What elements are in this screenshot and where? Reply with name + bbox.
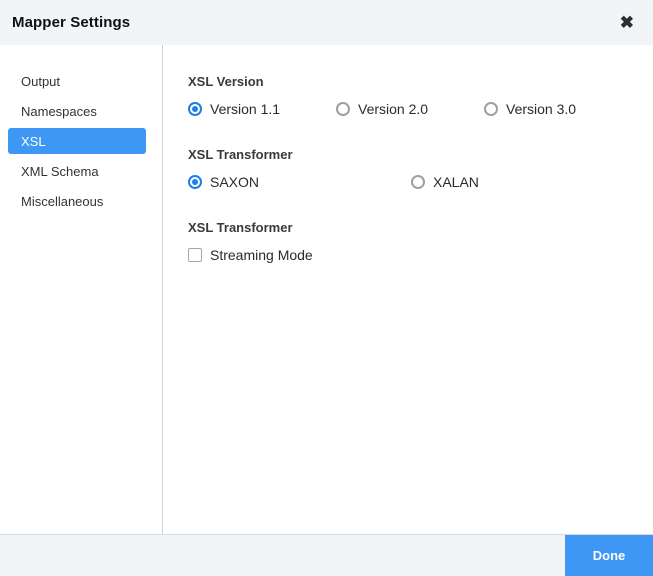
radio-option-version-1-1[interactable]: Version 1.1 bbox=[188, 101, 336, 117]
settings-sidebar: Output Namespaces XSL XML Schema Miscell… bbox=[0, 45, 163, 534]
dialog-title: Mapper Settings bbox=[12, 14, 130, 31]
settings-panel: XSL Version Version 1.1 Version 2.0 Vers… bbox=[163, 45, 653, 534]
checkbox-icon bbox=[188, 248, 202, 262]
radio-option-label: Version 2.0 bbox=[358, 101, 428, 117]
done-button[interactable]: Done bbox=[565, 535, 653, 576]
radio-option-label: Version 1.1 bbox=[210, 101, 280, 117]
radio-option-version-2-0[interactable]: Version 2.0 bbox=[336, 101, 484, 117]
sidebar-item-label: XML Schema bbox=[21, 164, 99, 179]
settings-section: XSL Version Version 1.1 Version 2.0 Vers… bbox=[188, 74, 634, 117]
dialog-body: Output Namespaces XSL XML Schema Miscell… bbox=[0, 45, 653, 534]
option-row: Streaming Mode bbox=[188, 247, 634, 263]
checkbox-option-streaming-mode[interactable]: Streaming Mode bbox=[188, 247, 411, 263]
mapper-settings-dialog: Mapper Settings ✖ Output Namespaces XSL … bbox=[0, 0, 653, 576]
settings-section: XSL Transformer SAXON XALAN bbox=[188, 147, 634, 190]
sidebar-item-label: XSL bbox=[21, 134, 46, 149]
sidebar-item-xml-schema[interactable]: XML Schema bbox=[8, 158, 146, 184]
sidebar-item-label: Output bbox=[21, 74, 60, 89]
radio-option-label: SAXON bbox=[210, 174, 259, 190]
radio-icon bbox=[484, 102, 498, 116]
dialog-footer: Done bbox=[0, 534, 653, 576]
option-row: SAXON XALAN bbox=[188, 174, 634, 190]
dialog-header: Mapper Settings ✖ bbox=[0, 0, 653, 45]
radio-option-label: Version 3.0 bbox=[506, 101, 576, 117]
radio-icon bbox=[188, 102, 202, 116]
section-heading: XSL Transformer bbox=[188, 220, 634, 235]
sidebar-item-xsl[interactable]: XSL bbox=[8, 128, 146, 154]
sidebar-item-label: Miscellaneous bbox=[21, 194, 103, 209]
checkbox-option-label: Streaming Mode bbox=[210, 247, 313, 263]
radio-icon bbox=[411, 175, 425, 189]
section-heading: XSL Version bbox=[188, 74, 634, 89]
settings-section: XSL Transformer Streaming Mode bbox=[188, 220, 634, 263]
sidebar-item-label: Namespaces bbox=[21, 104, 97, 119]
radio-icon bbox=[336, 102, 350, 116]
radio-option-xalan[interactable]: XALAN bbox=[411, 174, 634, 190]
section-heading: XSL Transformer bbox=[188, 147, 634, 162]
sidebar-item-miscellaneous[interactable]: Miscellaneous bbox=[8, 188, 146, 214]
sidebar-item-output[interactable]: Output bbox=[8, 68, 146, 94]
radio-option-saxon[interactable]: SAXON bbox=[188, 174, 411, 190]
radio-option-version-3-0[interactable]: Version 3.0 bbox=[484, 101, 632, 117]
sidebar-item-namespaces[interactable]: Namespaces bbox=[8, 98, 146, 124]
radio-option-label: XALAN bbox=[433, 174, 479, 190]
option-row: Version 1.1 Version 2.0 Version 3.0 bbox=[188, 101, 634, 117]
close-icon[interactable]: ✖ bbox=[620, 14, 634, 31]
radio-icon bbox=[188, 175, 202, 189]
